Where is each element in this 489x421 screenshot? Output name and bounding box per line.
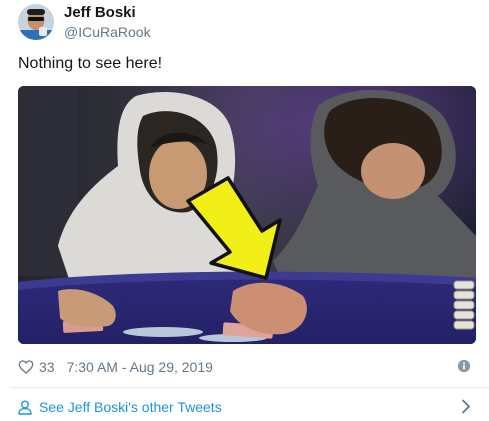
author-handle[interactable]: @ICuRaRook <box>64 24 151 40</box>
tweet-meta: 33 7:30 AM - Aug 29, 2019 <box>18 358 471 376</box>
like-count[interactable]: 33 <box>39 359 55 375</box>
tweet-text: Nothing to see here! <box>18 55 163 72</box>
author-name[interactable]: Jeff Boski <box>64 4 136 21</box>
heart-icon[interactable] <box>18 359 34 375</box>
avatar[interactable] <box>18 4 54 40</box>
see-other-tweets-label[interactable]: See Jeff Boski's other Tweets <box>39 399 222 415</box>
tweet-media[interactable] <box>18 86 476 344</box>
divider <box>10 387 489 388</box>
see-other-tweets-link[interactable]: See Jeff Boski's other Tweets <box>18 398 471 416</box>
avatar-image <box>18 4 54 40</box>
tweet-timestamp[interactable]: 7:30 AM - Aug 29, 2019 <box>67 359 213 375</box>
info-icon[interactable] <box>457 359 471 373</box>
chevron-right-icon[interactable] <box>461 399 471 414</box>
person-icon <box>18 400 32 415</box>
poker-table-photo <box>18 86 476 344</box>
